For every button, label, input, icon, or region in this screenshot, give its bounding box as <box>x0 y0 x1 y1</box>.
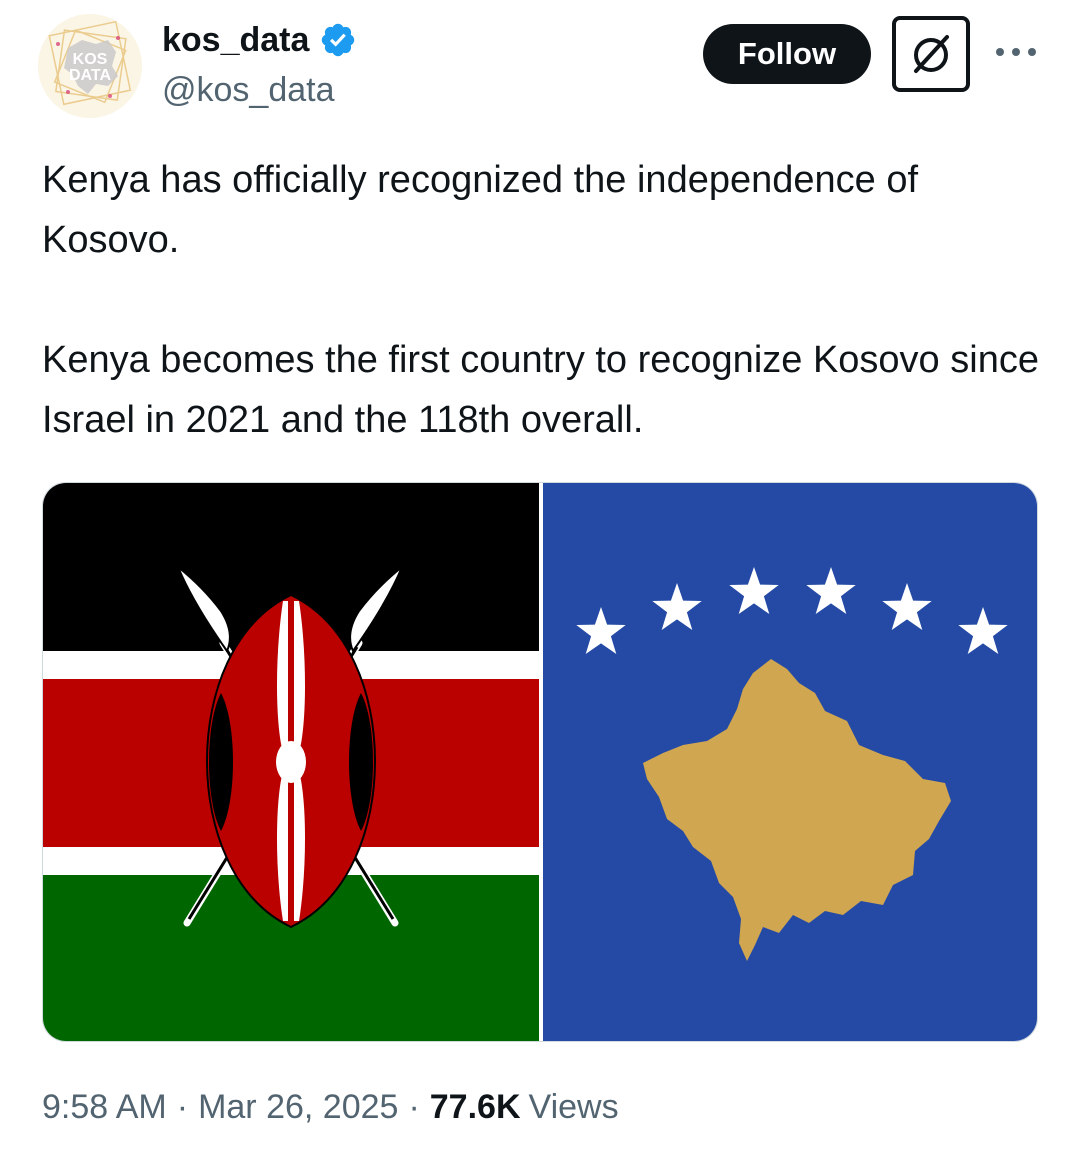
views-label: Views <box>528 1088 619 1126</box>
display-name-text: kos_data <box>162 21 310 59</box>
grok-icon <box>914 35 949 73</box>
verified-badge-icon <box>319 21 357 59</box>
avatar[interactable]: KOS DATA <box>38 14 142 118</box>
kenya-flag-image[interactable] <box>43 483 539 1041</box>
more-options-button[interactable] <box>990 30 1042 74</box>
kenya-flag <box>43 483 539 1041</box>
svg-text:DATA: DATA <box>69 67 112 84</box>
tweet-header: KOS DATA kos_data @kos_data Follow <box>0 0 1080 130</box>
meta-separator: · <box>408 1088 420 1126</box>
meta-separator: · <box>176 1088 189 1126</box>
tweet-date[interactable]: Mar 26, 2025 <box>198 1084 398 1130</box>
display-name[interactable]: kos_data <box>162 20 357 60</box>
kosovo-flag-image[interactable] <box>543 483 1037 1041</box>
grok-button[interactable] <box>892 16 970 92</box>
more-icon <box>996 48 1036 56</box>
views-count: 77.6K <box>429 1088 521 1126</box>
avatar-logo: KOS DATA <box>38 14 142 118</box>
user-handle[interactable]: @kos_data <box>162 70 335 110</box>
tweet-media[interactable] <box>42 482 1038 1042</box>
tweet-text: Kenya has officially recognized the inde… <box>42 150 1042 450</box>
svg-text:KOS: KOS <box>73 51 108 68</box>
tweet-time[interactable]: 9:58 AM <box>42 1084 167 1130</box>
tweet-meta: 9:58 AM · Mar 26, 2025 · 77.6K Views <box>42 1084 619 1130</box>
kosovo-flag <box>543 483 1037 1041</box>
tweet-paragraph: Kenya becomes the first country to recog… <box>42 339 1039 441</box>
follow-button[interactable]: Follow <box>703 24 871 84</box>
tweet-paragraph: Kenya has officially recognized the inde… <box>42 159 919 261</box>
